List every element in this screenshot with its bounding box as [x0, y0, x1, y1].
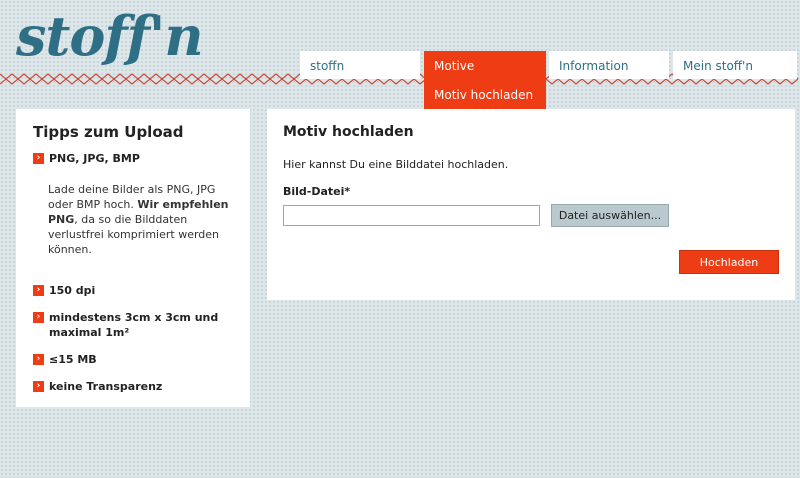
tip-description: Lade deine Bilder als PNG, JPG oder BMP … [48, 183, 229, 256]
tip-item: › ≤15 MB [33, 352, 233, 367]
tab-motive[interactable]: Motive Motiv hochladen [424, 51, 546, 109]
tip-item: › 150 dpi [33, 283, 233, 298]
upload-intro: Hier kannst Du eine Bilddatei hochladen. [283, 158, 509, 171]
arrow-right-icon: › [33, 153, 44, 164]
upload-tips-panel: Tipps zum Upload › PNG, JPG, BMP Lade de… [16, 109, 250, 407]
tab-information[interactable]: Information [549, 51, 669, 79]
subtab-motiv-hochladen[interactable]: Motiv hochladen [434, 88, 533, 102]
tips-title: Tipps zum Upload [33, 123, 184, 141]
tab-label: Motive [434, 59, 475, 73]
page-title: Motiv hochladen [283, 124, 414, 140]
tip-label: 150 dpi [49, 284, 96, 297]
logo[interactable]: stoff'n [16, 4, 204, 68]
tip-label: ≤15 MB [49, 353, 97, 366]
upload-button[interactable]: Hochladen [679, 250, 779, 274]
arrow-right-icon: › [33, 312, 44, 323]
tip-label: PNG, JPG, BMP [49, 152, 140, 165]
arrow-right-icon: › [33, 285, 44, 296]
tip-item: › PNG, JPG, BMP [33, 151, 233, 166]
file-field-label: Bild-Datei* [283, 185, 351, 198]
tip-label: mindestens 3cm x 3cm und maximal 1m² [49, 311, 219, 339]
file-path-input[interactable] [283, 205, 540, 226]
tip-item: › keine Transparenz [33, 379, 233, 394]
arrow-right-icon: › [33, 381, 44, 392]
tab-label: Information [559, 59, 629, 73]
tab-label: stoffn [310, 59, 345, 73]
tip-label: keine Transparenz [49, 380, 163, 393]
tab-mein-stoffn[interactable]: Mein stoff'n [673, 51, 797, 79]
tab-stoffn[interactable]: stoffn [300, 51, 420, 79]
tip-item: › mindestens 3cm x 3cm und maximal 1m² [33, 310, 233, 340]
choose-file-button[interactable]: Datei auswählen... [551, 204, 669, 227]
upload-panel: Motiv hochladen Hier kannst Du eine Bild… [267, 109, 795, 300]
header: stoff'n stoffn Motive Motiv hochladen In… [0, 0, 800, 109]
arrow-right-icon: › [33, 354, 44, 365]
tab-label: Mein stoff'n [683, 59, 753, 73]
